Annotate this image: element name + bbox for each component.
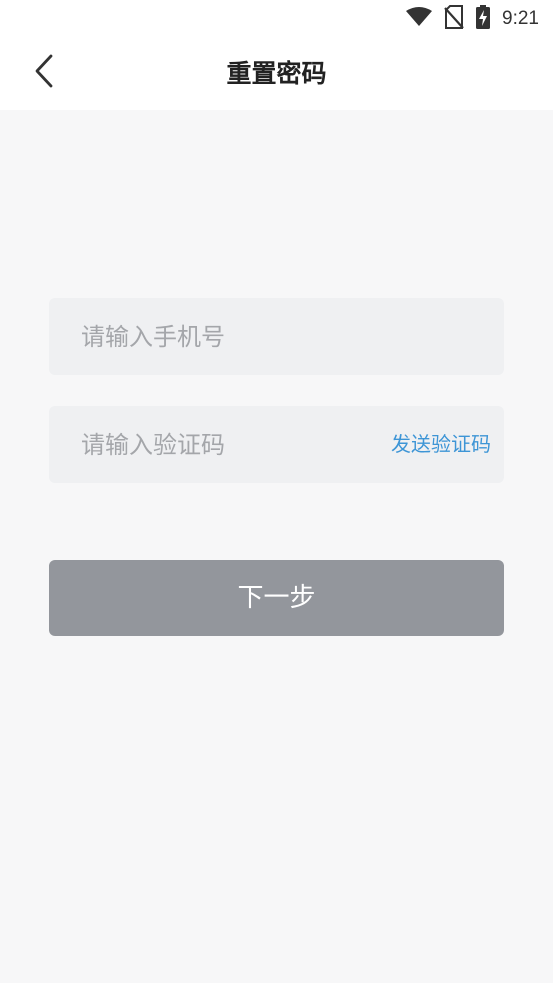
code-field-container: 发送验证码 xyxy=(49,406,504,483)
page-title: 重置密码 xyxy=(226,59,327,88)
chevron-left-icon xyxy=(33,54,55,92)
phone-input[interactable] xyxy=(81,298,361,375)
verification-code-input[interactable] xyxy=(81,406,361,483)
back-button[interactable] xyxy=(22,50,66,96)
status-icons: 9:21 xyxy=(406,5,539,33)
next-button[interactable]: 下一步 xyxy=(49,560,504,636)
status-time: 9:21 xyxy=(502,8,539,29)
wifi-icon xyxy=(406,7,433,31)
status-bar: 9:21 xyxy=(0,0,553,38)
battery-charging-icon xyxy=(476,5,491,33)
nav-bar: 重置密码 xyxy=(0,38,553,110)
phone-field-container xyxy=(49,298,504,375)
send-code-button[interactable]: 发送验证码 xyxy=(391,406,491,483)
no-sim-icon xyxy=(444,5,464,33)
